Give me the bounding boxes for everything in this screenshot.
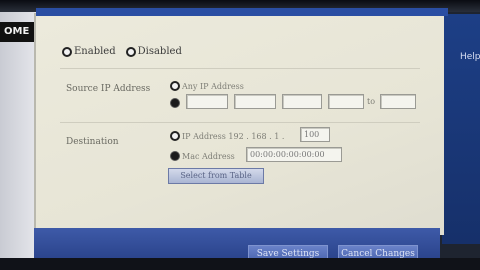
dest-ip-row: IP Address 192 . 168 . 1 . (170, 131, 284, 141)
left-tab-label: OME (0, 22, 34, 42)
any-ip-radio[interactable] (170, 81, 180, 91)
enabled-radio[interactable] (62, 46, 72, 57)
ip-range-radio[interactable] (170, 98, 180, 108)
browser-sidebar (0, 12, 38, 270)
dest-ip-radio[interactable] (170, 131, 180, 141)
ip-range-end-input[interactable] (380, 94, 416, 109)
monitor-bezel-bottom (0, 258, 480, 270)
source-ip-label: Source IP Address (66, 84, 151, 94)
help-panel (442, 14, 480, 244)
destination-label: Destination (66, 137, 119, 147)
dest-mac-radio[interactable] (170, 151, 180, 161)
divider (60, 122, 420, 123)
any-ip-row: Any IP Address (170, 81, 244, 91)
disabled-radio[interactable] (125, 46, 136, 57)
divider (60, 68, 420, 69)
dest-mac-row: Mac Address (170, 151, 235, 161)
disabled-label: Disabled (137, 46, 182, 57)
range-to-label: to (367, 97, 376, 106)
dest-ip-label: IP Address 192 . 168 . 1 . (182, 131, 285, 141)
dest-mac-label: Mac Address (182, 151, 235, 161)
enabled-label: Enabled (74, 46, 116, 57)
dest-mac-input[interactable]: 00:00:00:00:00:00 (246, 147, 342, 162)
ip-octet-4-input[interactable] (328, 94, 364, 109)
ip-range-row (170, 98, 182, 108)
select-from-table-button[interactable]: Select from Table (168, 168, 264, 184)
ip-octet-2-input[interactable] (234, 94, 276, 109)
any-ip-label: Any IP Address (182, 81, 244, 91)
ip-octet-3-input[interactable] (282, 94, 322, 109)
help-label[interactable]: Help (460, 52, 480, 62)
dest-ip-last-octet-input[interactable]: 100 (300, 127, 330, 142)
panel-top-bar (36, 8, 448, 16)
status-radio-group: Enabled Disabled (62, 46, 182, 57)
ip-octet-1-input[interactable] (186, 94, 228, 109)
